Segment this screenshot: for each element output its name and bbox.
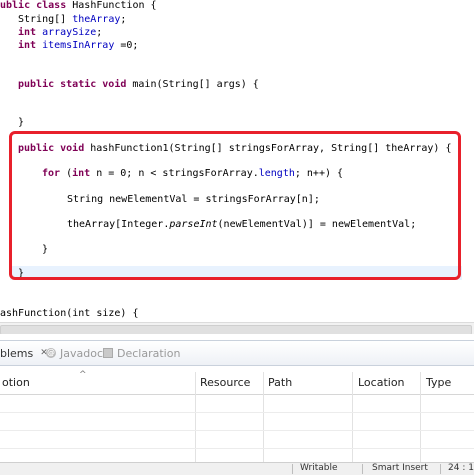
code-line-main-close: } — [18, 117, 25, 128]
status-insert-mode: Smart Insert — [372, 463, 428, 473]
column-header-description[interactable]: otion — [2, 376, 30, 389]
tab-declaration-label: Declaration — [117, 346, 181, 360]
javadoc-icon: @ — [46, 348, 56, 358]
code-line-field-thearray: String[] theArray; — [18, 14, 127, 25]
tab-javadoc[interactable]: @ Javadoc — [46, 345, 103, 361]
bottom-panel-tabbar: blems ✕ @ Javadoc Declaration — [0, 340, 474, 366]
code-line-class-decl: ublic class HashFunction { — [0, 0, 157, 11]
code-line-constructor: ashFunction(int size) { — [0, 308, 139, 319]
status-separator — [440, 464, 441, 474]
tab-declaration[interactable]: Declaration — [103, 345, 180, 361]
sort-arrow-icon[interactable]: ^ — [79, 370, 87, 380]
status-cursor-position: 24 : 1 — [448, 463, 474, 473]
column-header-resource[interactable]: Resource — [200, 376, 250, 389]
column-header-path[interactable]: Path — [268, 376, 292, 389]
tab-problems[interactable]: blems ✕ — [0, 345, 48, 361]
column-header-location[interactable]: Location — [358, 376, 405, 389]
status-separator — [292, 464, 293, 474]
table-row-divider — [0, 430, 474, 431]
problems-table: ^ otion Resource Path Location Type — [0, 370, 474, 462]
declaration-icon — [103, 348, 113, 358]
status-separator — [362, 464, 363, 474]
status-writable: Writable — [300, 463, 338, 473]
status-bar: Writable Smart Insert 24 : 1 — [0, 462, 474, 475]
code-editor[interactable]: ublic class HashFunction { String[] theA… — [0, 0, 474, 322]
code-line-main-method: public static void main(String[] args) { — [18, 79, 259, 90]
tab-problems-label: blems — [0, 346, 34, 360]
highlight-annotation-box — [9, 131, 461, 280]
table-header: ^ otion Resource Path Location Type — [0, 370, 474, 395]
code-line-field-itemsinarray: int itemsInArray =0; — [18, 40, 139, 51]
table-row-divider — [0, 448, 474, 449]
tab-javadoc-label: Javadoc — [60, 346, 103, 360]
column-header-type[interactable]: Type — [426, 376, 451, 389]
code-line-field-arraysize: int arraySize; — [18, 27, 103, 38]
table-row-divider — [0, 412, 474, 413]
